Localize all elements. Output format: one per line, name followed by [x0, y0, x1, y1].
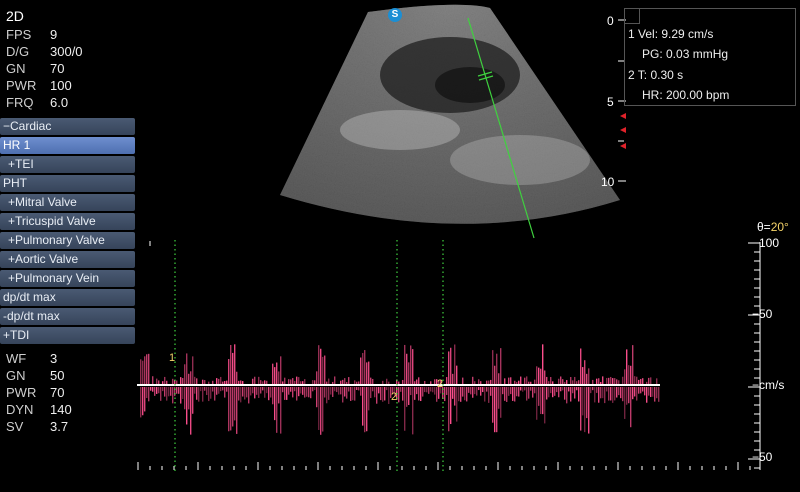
param-2d-row: FPS 9: [6, 26, 96, 43]
param-doppler-key: DYN: [6, 402, 34, 417]
menu-item[interactable]: -dp/dt max: [0, 308, 135, 325]
depth-label-10: 10: [601, 175, 615, 189]
param-2d-row: PWR 100: [6, 77, 96, 94]
menu-item[interactable]: dp/dt max: [0, 289, 135, 306]
param-2d-key: FRQ: [6, 95, 34, 110]
menu-item[interactable]: +Pulmonary Vein: [0, 270, 135, 287]
brand-logo-icon: S: [388, 8, 402, 22]
focus-markers: [620, 113, 626, 149]
menu-item[interactable]: +Mitral Valve: [0, 194, 135, 211]
param-doppler-value: 140: [50, 402, 72, 417]
vel-label-50: −50: [752, 307, 773, 321]
time-ticks: [137, 462, 751, 470]
param-doppler-row: DYN 140: [6, 401, 96, 418]
vel-label-top: −100: [752, 236, 780, 250]
depth-label-5: 5: [607, 95, 614, 109]
angle-correction: θ=20°: [757, 220, 789, 234]
param-2d-value: 9: [50, 27, 58, 42]
param-doppler-key: GN: [6, 368, 26, 383]
param-2d-row: FRQ 6.0: [6, 94, 96, 111]
param-2d-key: FPS: [6, 27, 32, 42]
param-doppler-value: 70: [50, 385, 65, 400]
vel-label-unit: −cm/s: [752, 378, 785, 392]
depth-label-0: 0: [607, 14, 614, 28]
params-doppler: WF 3 GN 50 PWR 70 DYN 140 SV 3.7: [6, 350, 96, 435]
menu-item[interactable]: +Aortic Valve: [0, 251, 135, 268]
param-2d-value: 300/0: [50, 44, 83, 59]
param-doppler-row: GN 50: [6, 367, 96, 384]
measurement-menu: −Cardiac HR 1 +TEI PHT +Mitral Valve +Tricusp…: [0, 118, 135, 346]
velocity-ticks: [748, 242, 760, 469]
param-2d-value: 70: [50, 61, 65, 76]
menu-item[interactable]: +TEI: [0, 156, 135, 173]
caliper-marker-1[interactable]: 1: [169, 352, 175, 364]
caliper-lines: [174, 240, 444, 472]
param-2d-value: 6.0: [50, 95, 69, 110]
param-2d-row: GN 70: [6, 60, 96, 77]
menu-item[interactable]: +Pulmonary Valve: [0, 232, 135, 249]
menu-item[interactable]: −Cardiac: [0, 118, 135, 135]
param-2d-row: D/G 300/0: [6, 43, 96, 60]
param-doppler-value: 50: [50, 368, 65, 383]
doppler-spectrum: [140, 344, 660, 435]
param-doppler-key: SV: [6, 419, 24, 434]
param-doppler-value: 3.7: [50, 419, 69, 434]
measurement-results: 1 Vel: 9.29 cm/s PG: 0.03 mmHg 2 T: 0.30…: [624, 8, 796, 106]
meas-line-4: HR: 200.00 bpm: [642, 88, 730, 102]
param-2d-key: D/G: [6, 44, 30, 59]
menu-item[interactable]: +Tricuspid Valve: [0, 213, 135, 230]
meas-line-1: 1 Vel: 9.29 cm/s: [628, 27, 714, 41]
param-doppler-value: 3: [50, 351, 58, 366]
meas-line-3: 2 T: 0.30 s: [628, 68, 684, 82]
param-doppler-key: PWR: [6, 385, 37, 400]
param-doppler-key: WF: [6, 351, 27, 366]
menu-item[interactable]: PHT: [0, 175, 135, 192]
results-collapse-box[interactable]: [625, 9, 640, 24]
vel-label-bottom: −50: [752, 450, 773, 464]
param-doppler-row: SV 3.7: [6, 418, 96, 435]
param-doppler-row: WF 3: [6, 350, 96, 367]
param-2d-key: PWR: [6, 78, 37, 93]
mode-label: 2D: [6, 8, 24, 24]
caliper-marker-2b[interactable]: 2: [437, 378, 443, 390]
meas-line-2: PG: 0.03 mmHg: [642, 47, 729, 61]
param-2d-value: 100: [50, 78, 72, 93]
param-2d-key: GN: [6, 61, 26, 76]
params-2d: FPS 9 D/G 300/0 GN 70 PWR 100 FRQ 6.0: [6, 26, 96, 111]
caliper-marker-2a[interactable]: 2: [391, 391, 397, 403]
menu-item[interactable]: +TDI: [0, 327, 135, 344]
menu-item[interactable]: HR 1: [0, 137, 135, 154]
param-doppler-row: PWR 70: [6, 384, 96, 401]
